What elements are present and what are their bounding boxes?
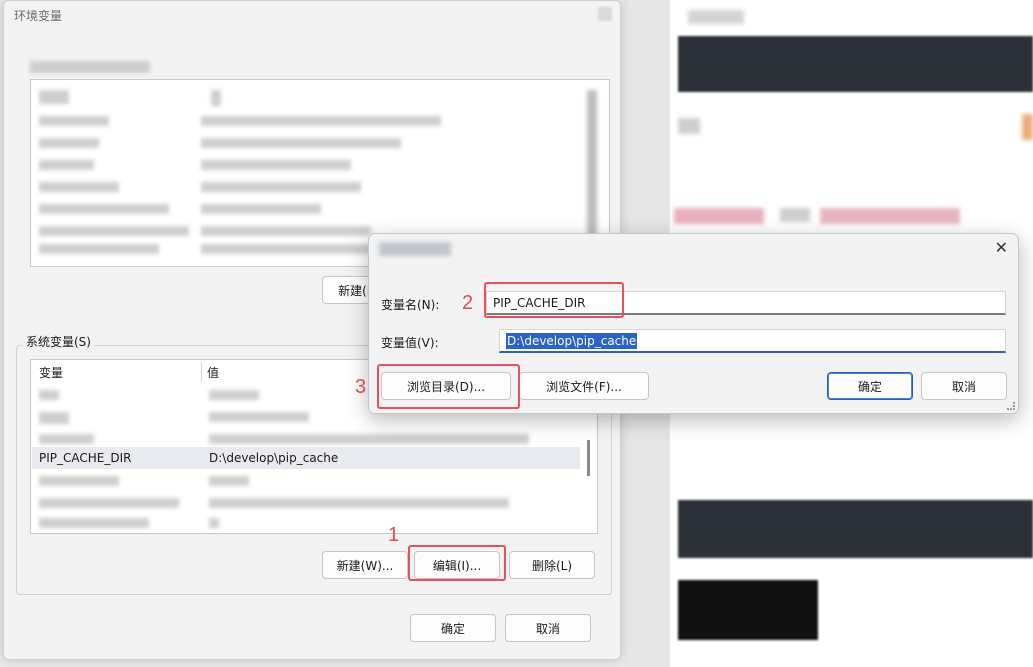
variable-value-label: 变量值(V):: [381, 336, 439, 350]
dark-code-block: [678, 36, 1033, 92]
variable-value-field[interactable]: D:\develop\pip_cache: [499, 329, 1006, 353]
selected-value-text: D:\develop\pip_cache: [506, 333, 638, 349]
delete-button[interactable]: 删除(L): [509, 551, 595, 579]
dialog-title-blurred: [379, 242, 451, 256]
selected-var-name: PIP_CACHE_DIR: [39, 451, 132, 465]
window-title: 环境变量: [14, 9, 63, 23]
callout-box-browse: [377, 364, 520, 409]
close-icon[interactable]: [598, 7, 612, 21]
system-vars-label: 系统变量(S): [23, 333, 94, 350]
callout-box-edit: [408, 545, 506, 581]
ok-button[interactable]: 确定: [410, 614, 496, 642]
system-new-button[interactable]: 新建(W)...: [322, 551, 408, 579]
cancel-button[interactable]: 取消: [505, 614, 591, 642]
column-header-value[interactable]: 值: [207, 364, 219, 381]
column-divider: [201, 362, 202, 382]
callout-number-3: 3: [355, 376, 367, 398]
column-header-variable[interactable]: 变量: [39, 364, 63, 381]
callout-box-name: [484, 282, 624, 318]
close-icon[interactable]: ✕: [995, 238, 1008, 257]
user-vars-label: [30, 61, 150, 73]
callout-number-2: 2: [462, 292, 474, 314]
dialog-cancel-button[interactable]: 取消: [921, 372, 1007, 400]
dialog-ok-button[interactable]: 确定: [827, 372, 913, 400]
browse-file-button[interactable]: 浏览文件(F)...: [519, 372, 649, 400]
selected-var-value: D:\develop\pip_cache: [209, 451, 339, 465]
callout-number-1: 1: [388, 524, 400, 546]
scrollbar[interactable]: [587, 440, 590, 476]
resize-grip-icon[interactable]: [1007, 402, 1015, 410]
variable-name-label: 变量名(N):: [381, 298, 440, 312]
